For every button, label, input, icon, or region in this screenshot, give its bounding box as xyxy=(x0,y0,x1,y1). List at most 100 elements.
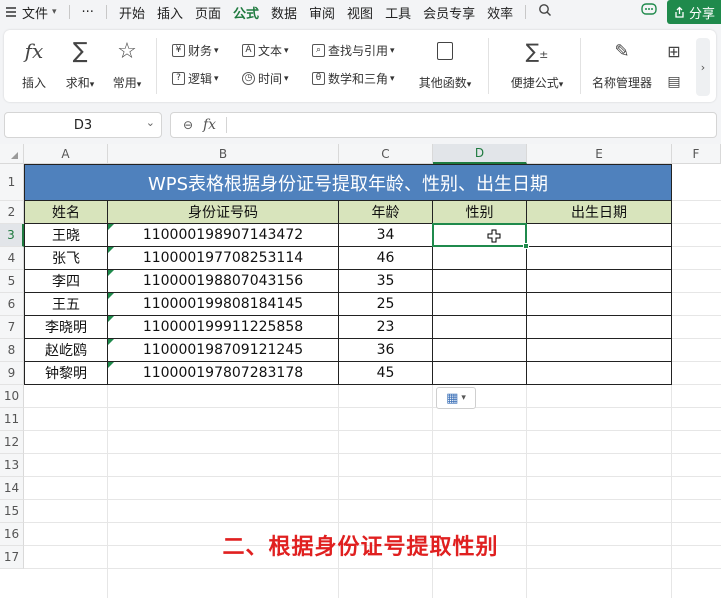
table-header-cell[interactable]: 年龄 xyxy=(339,201,433,224)
zoom-icon[interactable]: ⊖ xyxy=(179,118,197,132)
file-menu[interactable]: 文件 ▾ xyxy=(0,3,63,22)
table-cell[interactable] xyxy=(527,270,672,293)
table-cell[interactable] xyxy=(433,316,527,339)
more-tools-button[interactable]: ⊞ ▤ xyxy=(662,38,686,91)
table-cell[interactable]: 36 xyxy=(339,339,433,362)
table-header-cell[interactable]: 身份证号码 xyxy=(108,201,339,224)
row-header[interactable]: 13 xyxy=(0,454,24,477)
menu-tab[interactable]: 公式 xyxy=(227,3,265,27)
table-cell[interactable] xyxy=(433,339,527,362)
row-header[interactable]: 11 xyxy=(0,408,24,431)
menu-tab[interactable]: 工具 xyxy=(379,3,417,22)
paste-options-button[interactable]: ▦ ▾ xyxy=(436,387,476,409)
text-button[interactable]: A 文本 ▾ xyxy=(242,42,289,59)
table-cell[interactable] xyxy=(527,339,672,362)
column-header[interactable]: E xyxy=(527,144,672,164)
chat-icon[interactable] xyxy=(641,3,657,21)
table-cell[interactable]: 李四 xyxy=(24,270,108,293)
table-cell[interactable]: 34 xyxy=(339,224,433,247)
fx-icon[interactable]: fx xyxy=(203,117,216,133)
row-header[interactable]: 2 xyxy=(0,201,24,224)
table-cell[interactable]: 王五 xyxy=(24,293,108,316)
chevron-down-icon[interactable]: ⌄ xyxy=(146,116,155,129)
row-header[interactable]: 14 xyxy=(0,477,24,500)
table-cell[interactable] xyxy=(527,293,672,316)
menu-tab[interactable]: 数据 xyxy=(265,3,303,22)
logic-button[interactable]: ? 逻辑 ▾ xyxy=(172,70,219,87)
finance-button[interactable]: ¥ 财务 ▾ xyxy=(172,42,219,59)
select-all-corner[interactable] xyxy=(0,144,24,164)
table-cell[interactable]: 46 xyxy=(339,247,433,270)
math-button[interactable]: θ 数学和三角 ▾ xyxy=(312,70,395,87)
common-functions-button[interactable]: ☆ 常用▾ xyxy=(104,38,150,91)
column-header[interactable]: C xyxy=(339,144,433,164)
table-cell[interactable]: 45 xyxy=(339,362,433,385)
gridline xyxy=(24,407,721,408)
table-cell[interactable]: 25 xyxy=(339,293,433,316)
menu-tab[interactable]: 插入 xyxy=(151,3,189,22)
menu-tab[interactable]: 视图 xyxy=(341,3,379,22)
table-cell[interactable]: 23 xyxy=(339,316,433,339)
table-cell[interactable]: 钟黎明 xyxy=(24,362,108,385)
lookup-button[interactable]: ⌕ 查找与引用 ▾ xyxy=(312,42,395,59)
table-cell[interactable] xyxy=(433,247,527,270)
table-cell[interactable] xyxy=(527,362,672,385)
table-cell[interactable]: 赵屹鸥 xyxy=(24,339,108,362)
more-menu[interactable]: ··· xyxy=(76,5,100,20)
column-header[interactable]: F xyxy=(672,144,721,164)
table-cell[interactable]: 李晓明 xyxy=(24,316,108,339)
name-manager-button[interactable]: ✎ 名称管理器 xyxy=(588,38,656,91)
table-cell[interactable]: 王晓 xyxy=(24,224,108,247)
row-header[interactable]: 8 xyxy=(0,339,24,362)
table-cell[interactable]: 110000199808184145 xyxy=(108,293,339,316)
table-cell[interactable]: 110000197807283178 xyxy=(108,362,339,385)
table-title[interactable]: WPS表格根据身份证号提取年龄、性别、出生日期 xyxy=(24,164,672,201)
table-cell[interactable]: 35 xyxy=(339,270,433,293)
time-button[interactable]: ◷ 时间 ▾ xyxy=(242,70,289,87)
row-header[interactable]: 15 xyxy=(0,500,24,523)
table-cell[interactable] xyxy=(527,224,672,247)
column-header[interactable]: B xyxy=(108,144,339,164)
row-header[interactable]: 9 xyxy=(0,362,24,385)
search-icon[interactable] xyxy=(532,3,558,21)
table-cell[interactable]: 110000198907143472 xyxy=(108,224,339,247)
menu-tab[interactable]: 页面 xyxy=(189,3,227,22)
row-header[interactable]: 5 xyxy=(0,270,24,293)
quick-formula-button[interactable]: ∑± 便捷公式▾ xyxy=(502,38,572,91)
table-cell[interactable] xyxy=(527,247,672,270)
table-cell[interactable] xyxy=(433,362,527,385)
table-cell[interactable]: 110000199911225858 xyxy=(108,316,339,339)
table-cell[interactable]: 110000197708253114 xyxy=(108,247,339,270)
menu-tab[interactable]: 效率 xyxy=(481,3,519,22)
row-header[interactable]: 6 xyxy=(0,293,24,316)
row-header[interactable]: 4 xyxy=(0,247,24,270)
row-header[interactable]: 10 xyxy=(0,385,24,408)
menu-tab[interactable]: 会员专享 xyxy=(417,3,481,22)
table-cell[interactable]: 110000198709121245 xyxy=(108,339,339,362)
row-header[interactable]: 3 xyxy=(0,224,24,247)
insert-function-button[interactable]: fx 插入 xyxy=(12,38,56,91)
table-header-cell[interactable]: 姓名 xyxy=(24,201,108,224)
column-header[interactable]: A xyxy=(24,144,108,164)
row-header[interactable]: 1 xyxy=(0,164,24,201)
row-header[interactable]: 12 xyxy=(0,431,24,454)
column-header[interactable]: D xyxy=(433,144,527,164)
active-cell-selection[interactable] xyxy=(432,223,529,249)
menu-tab[interactable]: 开始 xyxy=(113,3,151,22)
share-button[interactable]: 分享 xyxy=(666,0,721,24)
sum-button[interactable]: ∑ 求和▾ xyxy=(58,38,102,91)
fill-handle[interactable] xyxy=(523,243,529,249)
other-functions-button[interactable]: 其他函数▾ xyxy=(414,38,476,91)
row-header[interactable]: 7 xyxy=(0,316,24,339)
menu-tab[interactable]: 审阅 xyxy=(303,3,341,22)
table-cell[interactable]: 张飞 xyxy=(24,247,108,270)
formula-input[interactable]: ⊖ fx xyxy=(170,112,717,138)
ribbon-scroll-right-button[interactable]: › xyxy=(696,38,710,96)
table-header-cell[interactable]: 出生日期 xyxy=(527,201,672,224)
name-box[interactable]: D3 ⌄ xyxy=(4,112,162,138)
table-cell[interactable] xyxy=(527,316,672,339)
table-cell[interactable] xyxy=(433,270,527,293)
table-header-cell[interactable]: 性别 xyxy=(433,201,527,224)
table-cell[interactable]: 110000198807043156 xyxy=(108,270,339,293)
table-cell[interactable] xyxy=(433,293,527,316)
